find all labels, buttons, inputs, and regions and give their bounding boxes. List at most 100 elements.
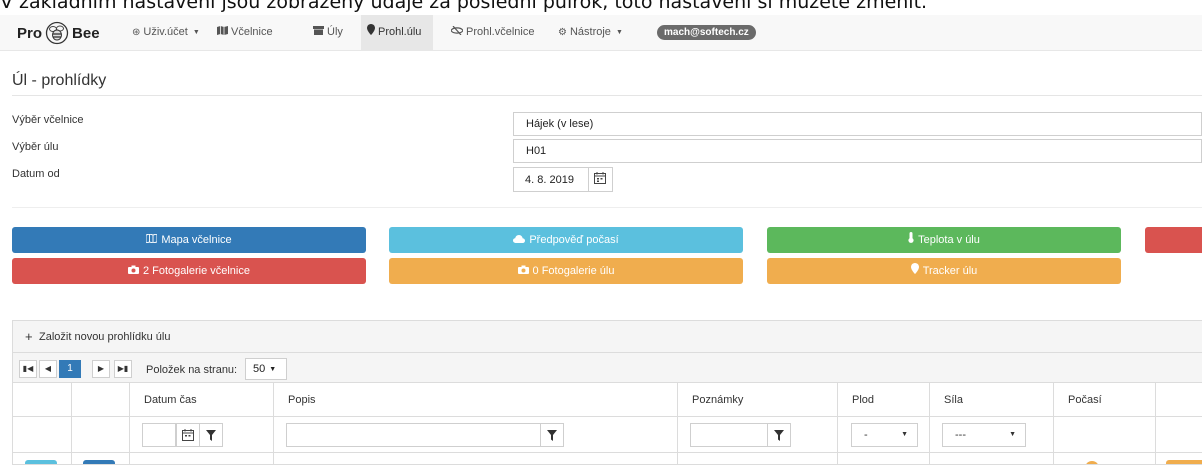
nav-apiaries-label: Včelnice	[231, 26, 273, 38]
nav-hive-inspections[interactable]: Prohl.úlu	[361, 15, 433, 50]
nav-user-account-label: Uživ.účet	[143, 26, 188, 38]
weather-forecast-button[interactable]: Předpověď počasí	[389, 227, 743, 253]
datetime-filter-button[interactable]	[199, 423, 223, 447]
column-header-actions	[13, 383, 71, 417]
calendar-icon	[182, 429, 194, 441]
page-title: Úl - prohlídky	[12, 72, 107, 89]
caret-down-icon: ▼	[1009, 431, 1016, 438]
page-size-select[interactable]: 50 ▼	[245, 358, 287, 380]
apiary-map-label: Mapa včelnice	[161, 234, 232, 246]
eye-slash-icon	[450, 15, 464, 50]
datetime-filter-calendar[interactable]	[176, 423, 200, 447]
page-size-value: 50	[253, 363, 266, 375]
filter-cell-extra	[1155, 417, 1202, 453]
filter-icon	[547, 430, 557, 441]
filter-cell-description	[273, 417, 677, 453]
notes-filter-input[interactable]	[690, 423, 768, 447]
navbar: Pro Bee ⊛ Uživ.účet ▼ Včelnice Úly Prohl.ú…	[0, 15, 1202, 51]
camera-icon	[517, 258, 529, 284]
divider	[588, 168, 589, 191]
nav-apiary-inspections[interactable]: Prohl.včelnice	[445, 15, 540, 50]
column-header-strength[interactable]: Síla	[929, 383, 1053, 417]
nav-hives[interactable]: Úly	[307, 15, 349, 50]
column-header-notes[interactable]: Poznámky	[677, 383, 837, 417]
row-edit-button[interactable]	[25, 460, 57, 464]
apiary-select[interactable]: Hájek (v lese)	[513, 112, 1202, 136]
apiary-gallery-label: 2 Fotogalerie včelnice	[142, 265, 250, 277]
description-filter-input[interactable]	[286, 423, 541, 447]
nav-apiaries[interactable]: Včelnice	[211, 15, 279, 50]
filter-cell	[71, 417, 129, 453]
filter-icon	[774, 430, 784, 441]
filter-cell-brood: - ▼	[837, 417, 929, 453]
last-page-button[interactable]: ▶▮	[114, 360, 132, 378]
hive-temperature-button[interactable]: Teplota v úlu	[767, 227, 1121, 253]
row-detail-button[interactable]	[83, 460, 115, 464]
current-page-button[interactable]: 1	[59, 360, 81, 378]
nav-apiary-inspections-label: Prohl.včelnice	[466, 26, 535, 38]
divider	[129, 453, 130, 464]
hive-tracker-label: Tracker úlu	[922, 265, 978, 277]
caret-down-icon: ▼	[901, 431, 908, 438]
camera-icon	[127, 258, 139, 284]
column-header-weather[interactable]: Počasí	[1053, 383, 1155, 417]
nav-user-account[interactable]: ⊛ Uživ.účet ▼	[126, 15, 206, 50]
brood-filter-select[interactable]: - ▼	[851, 423, 918, 447]
bee-logo-icon	[44, 21, 70, 45]
map-marker-icon	[367, 15, 375, 50]
hive-gallery-label: 0 Fotogalerie úlu	[532, 265, 615, 277]
datetime-filter-input[interactable]	[142, 423, 176, 447]
date-from-field[interactable]: 4. 8. 2019	[513, 167, 613, 192]
user-email-badge[interactable]: mach@softech.cz	[657, 25, 756, 40]
grid-filter-row: - ▼ --- ▼	[13, 417, 1202, 453]
column-header-brood[interactable]: Plod	[837, 383, 929, 417]
column-header-description[interactable]: Popis	[273, 383, 677, 417]
divider	[71, 453, 72, 464]
column-header-extra	[1155, 383, 1202, 417]
filter-cell-strength: --- ▼	[929, 417, 1053, 453]
nav-tools-label: Nástroje	[569, 26, 611, 38]
extra-red-button[interactable]	[1145, 227, 1202, 253]
weather-forecast-label: Předpověď počasí	[529, 234, 619, 246]
brand-pre: Pro	[17, 24, 43, 42]
apiary-gallery-button[interactable]: 2 Fotogalerie včelnice	[12, 258, 366, 284]
new-inspection-link[interactable]: Založit novou prohlídku úlu	[39, 331, 170, 343]
notes-filter-button[interactable]	[767, 423, 791, 447]
nav-hives-label: Úly	[327, 26, 343, 38]
hive-gallery-button[interactable]: 0 Fotogalerie úlu	[389, 258, 743, 284]
brand-logo[interactable]: Pro Bee	[17, 21, 100, 45]
map-icon	[145, 227, 158, 253]
divider	[1155, 453, 1156, 464]
nav-hive-inspections-label: Prohl.úlu	[378, 26, 422, 38]
prev-page-button[interactable]: ◀	[39, 360, 57, 378]
divider	[677, 453, 678, 464]
divider	[1053, 453, 1054, 464]
brand-post: Bee	[72, 24, 100, 42]
page-size-label: Položek na stranu:	[146, 364, 238, 376]
hive-select-label: Výběr úlu	[12, 141, 59, 153]
cogs-icon: ⚙	[558, 27, 567, 38]
archive-icon	[313, 15, 324, 50]
divider	[12, 95, 1202, 96]
nav-tools[interactable]: ⚙ Nástroje ▼	[552, 15, 629, 50]
next-page-button[interactable]: ▶	[92, 360, 110, 378]
column-header-datetime[interactable]: Datum čas	[129, 383, 273, 417]
description-filter-button[interactable]	[540, 423, 564, 447]
row-action-button[interactable]	[1166, 460, 1202, 464]
thermometer-icon	[908, 227, 914, 253]
hive-tracker-button[interactable]: Tracker úlu	[767, 258, 1121, 284]
apiary-select-label: Výběr včelnice	[12, 114, 84, 126]
calendar-icon[interactable]	[594, 172, 606, 187]
apiary-map-button[interactable]: Mapa včelnice	[12, 227, 366, 253]
map-icon	[217, 15, 228, 50]
caret-down-icon: ▼	[192, 29, 200, 36]
first-page-button[interactable]: ▮◀	[19, 360, 37, 378]
grid-toolbar: + Založit novou prohlídku úlu	[13, 321, 1202, 353]
cloud-icon	[513, 227, 526, 253]
divider	[273, 453, 274, 464]
hive-select[interactable]: H01	[513, 139, 1202, 163]
grid-pager: ▮◀ ◀ 1 ▶ ▶▮ Položek na stranu: 50 ▼	[13, 353, 1202, 383]
strength-filter-select[interactable]: --- ▼	[942, 423, 1026, 447]
brood-filter-value: -	[864, 429, 868, 441]
plus-icon[interactable]: +	[25, 329, 33, 344]
